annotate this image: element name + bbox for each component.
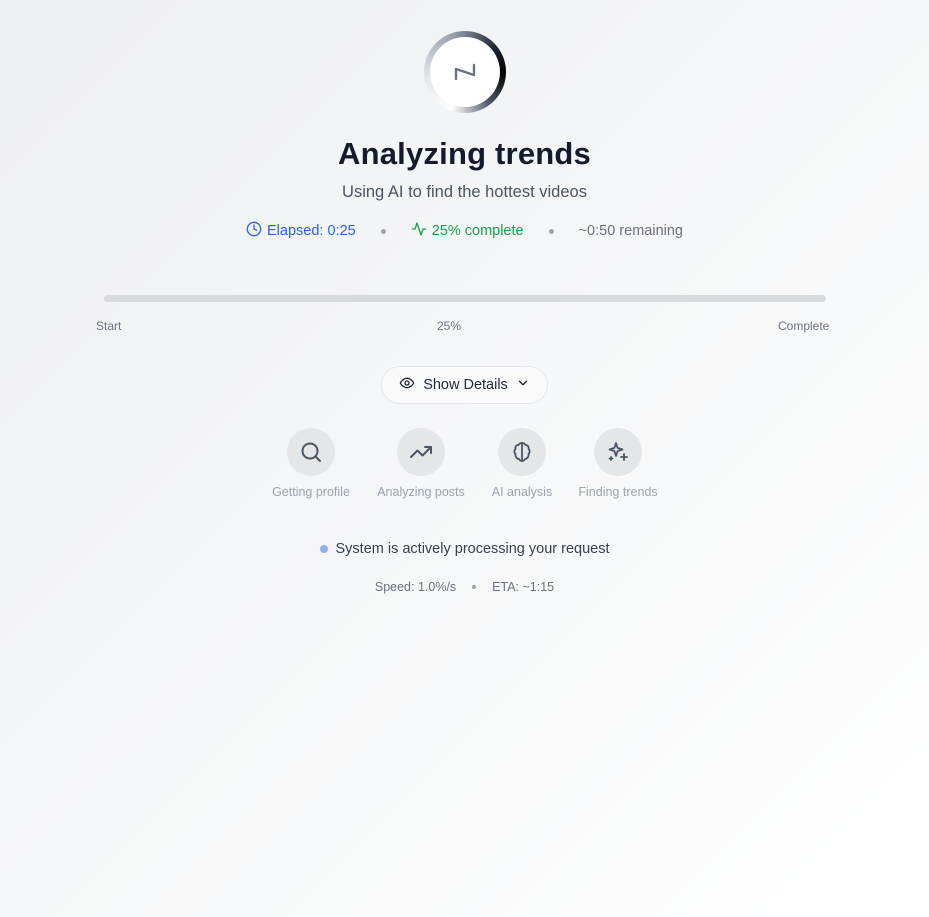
- progress-mid-label: 25%: [437, 319, 462, 333]
- separator-dot: [380, 228, 386, 234]
- step-finding-trends: Finding trends: [558, 428, 678, 499]
- logo-icon: [430, 37, 500, 107]
- chevron-down-icon: [516, 376, 530, 394]
- page-title: Analyzing trends: [338, 136, 591, 171]
- clock-icon: [246, 221, 262, 241]
- sparkles-icon: [594, 428, 642, 476]
- elapsed-text: Elapsed: 0:25: [267, 223, 356, 239]
- separator-dot: [472, 585, 477, 589]
- separator-dot: [548, 228, 554, 234]
- step-label: AI analysis: [491, 485, 553, 499]
- meta-row: Speed: 1.0%/s ETA: ~1:15: [0, 580, 929, 594]
- stats-row: Elapsed: 0:25 25% complete ~0:50 remaini…: [0, 221, 929, 241]
- complete-stat: 25% complete: [411, 221, 524, 241]
- logo-spinner: [424, 31, 506, 113]
- step-label: Finding trends: [578, 485, 658, 499]
- remaining-text: ~0:50 remaining: [578, 223, 683, 239]
- remaining-stat: ~0:50 remaining: [579, 223, 683, 239]
- trending-up-icon: [397, 428, 445, 476]
- progress-fill: [104, 295, 285, 302]
- progress-bar: [104, 295, 826, 302]
- step-label: Analyzing posts: [377, 485, 465, 499]
- show-details-label: Show Details: [423, 377, 508, 393]
- step-label: Getting profile: [272, 485, 350, 499]
- activity-indicator: [319, 545, 328, 553]
- page-subtitle: Using AI to find the hottest videos: [342, 183, 587, 201]
- speed-text: Speed: 1.0%/s: [374, 580, 457, 594]
- show-details-button[interactable]: Show Details: [381, 366, 548, 404]
- eye-icon: [399, 375, 415, 395]
- search-icon: [287, 428, 335, 476]
- progress-end-label: Complete: [778, 319, 830, 333]
- elapsed-stat: Elapsed: 0:25: [246, 221, 356, 241]
- step-getting-profile: Getting profile: [251, 428, 371, 499]
- activity-icon: [411, 221, 427, 241]
- eta-text: ETA: ~1:15: [492, 580, 555, 594]
- status-text: System is actively processing your reque…: [335, 541, 610, 557]
- status-line: System is actively processing your reque…: [0, 541, 929, 557]
- complete-text: 25% complete: [431, 223, 524, 239]
- progress-start-label: Start: [96, 319, 122, 333]
- brain-icon: [498, 428, 546, 476]
